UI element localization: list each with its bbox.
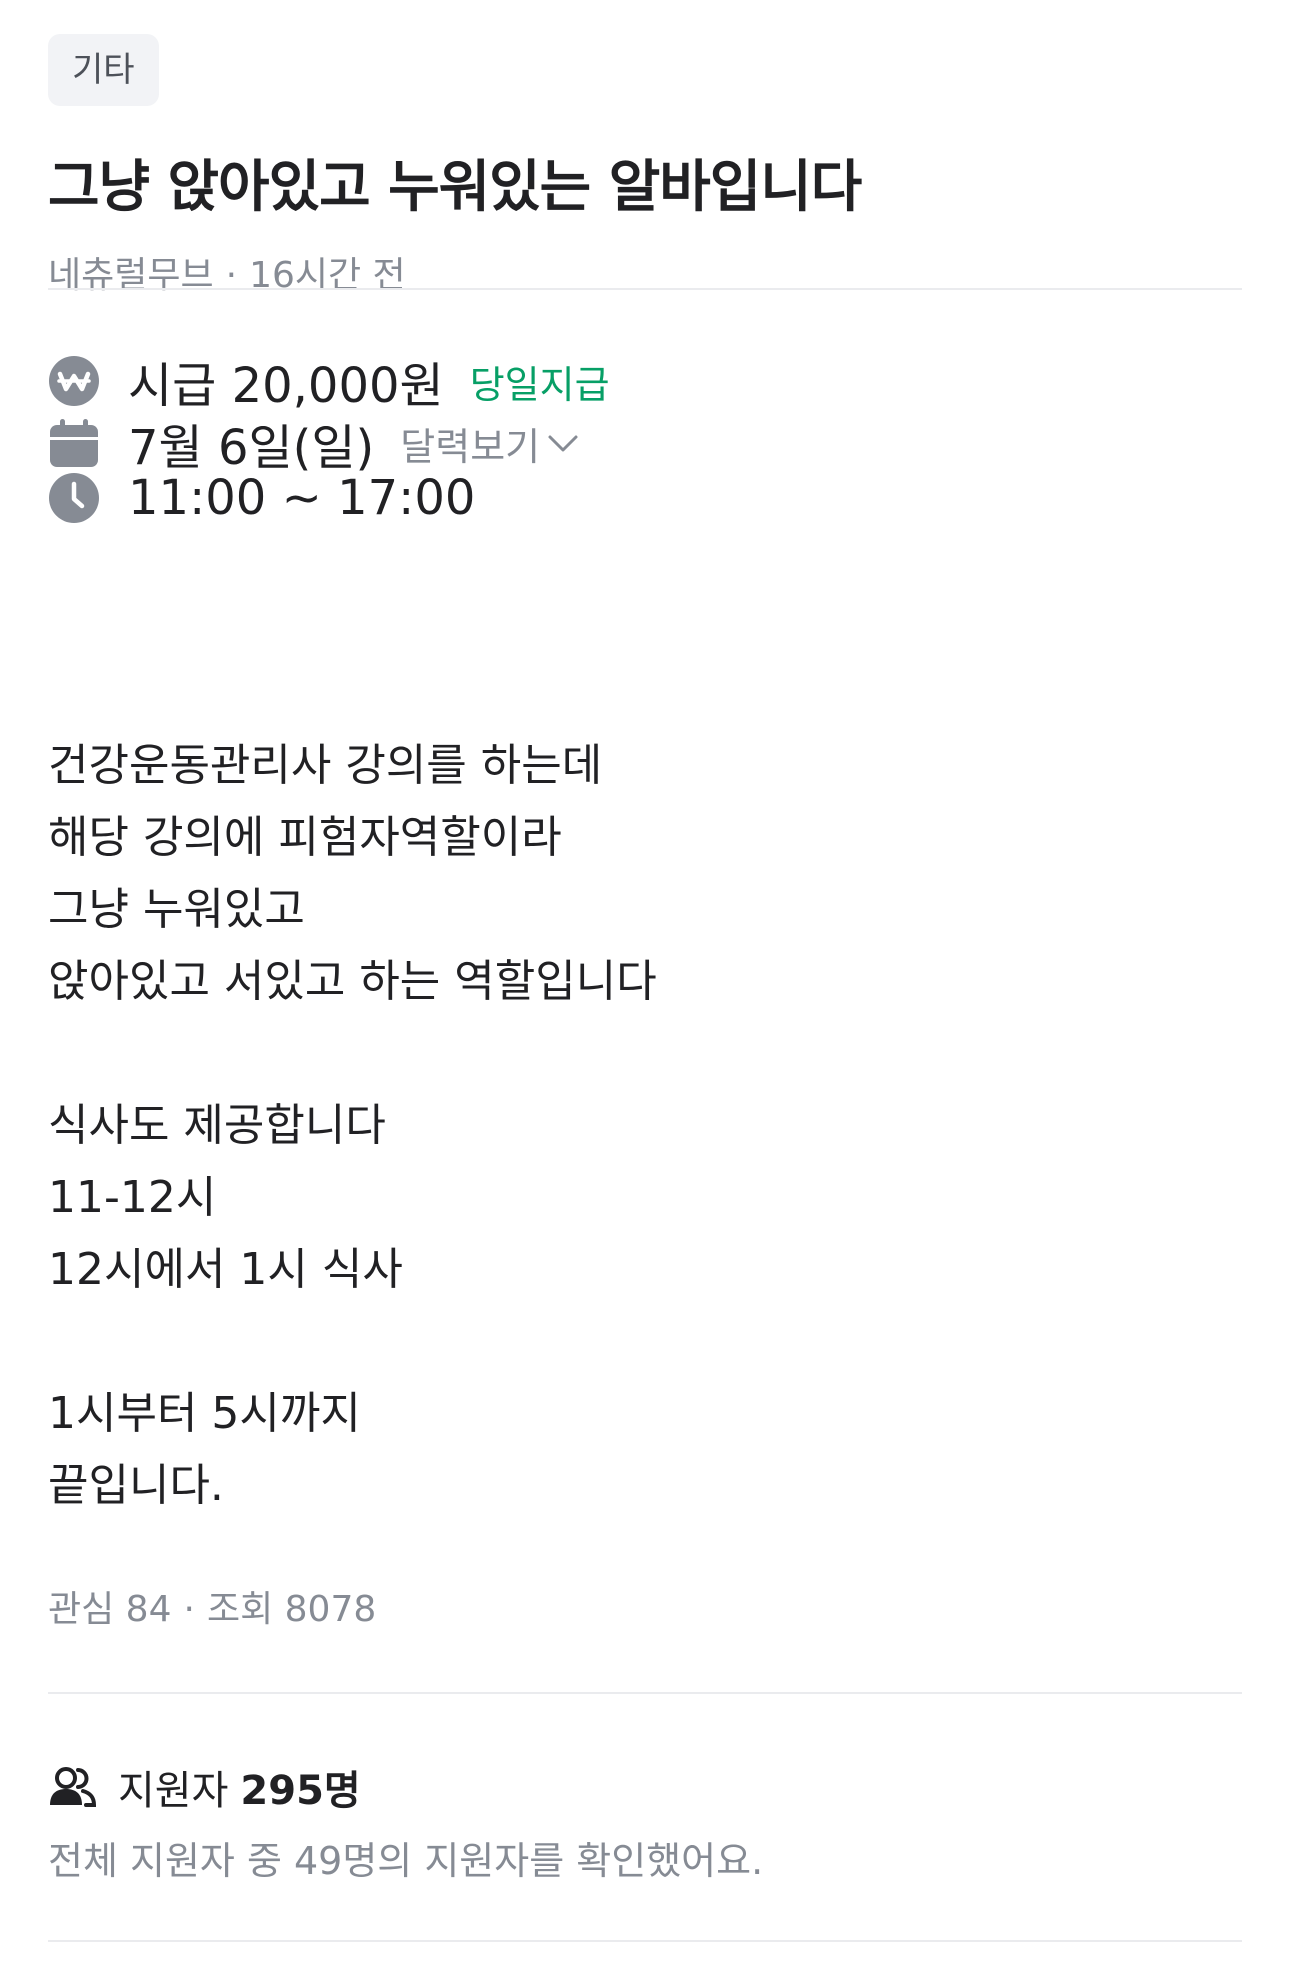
people-icon <box>48 1767 96 1807</box>
wage-row: 시급 20,000원 당일지급 <box>48 346 610 416</box>
applicants-label: 지원자 <box>118 1768 229 1814</box>
interest-count: 관심 84 <box>48 1589 172 1630</box>
date-row: 7월 6일(일) 달력보기 <box>48 408 580 478</box>
divider <box>48 288 1242 290</box>
divider <box>48 1692 1242 1694</box>
stats-separator: · <box>183 1589 195 1630</box>
post-stats: 관심 84 · 조회 8078 <box>48 1580 376 1632</box>
work-hours: 11:00 ~ 17:00 <box>128 470 476 526</box>
work-date: 7월 6일(일) <box>128 420 375 476</box>
divider <box>48 1940 1242 1942</box>
chevron-down-icon <box>548 435 578 452</box>
view-count: 조회 8078 <box>206 1589 377 1630</box>
applicants-count: 295명 <box>240 1768 361 1814</box>
calendar-icon <box>48 417 100 469</box>
clock-icon <box>48 472 100 524</box>
applicants-header: 지원자 295명 <box>48 1758 361 1816</box>
category-chip[interactable]: 기타 <box>48 34 159 106</box>
view-calendar-link[interactable]: 달력보기 <box>400 416 580 471</box>
same-day-pay-badge: 당일지급 <box>469 362 610 407</box>
hourly-wage: 시급 20,000원 <box>128 358 444 414</box>
post-meta: 네츄럴무브 · 16시간 전 <box>48 246 406 298</box>
post-title: 그냥 앉아있고 누워있는 알바입니다 <box>48 155 862 220</box>
applicants-summary: 전체 지원자 중 49명의 지원자를 확인했어요. <box>48 1839 764 1883</box>
post-description: 건강운동관리사 강의를 하는데 해당 강의에 피험자역할이라 그냥 누워있고 앉… <box>48 740 657 1511</box>
won-icon <box>48 355 100 407</box>
time-row: 11:00 ~ 17:00 <box>48 470 475 526</box>
job-post-page: 기타 그냥 앉아있고 누워있는 알바입니다 네츄럴무브 · 16시간 전 시급 20… <box>0 0 1290 1964</box>
view-calendar-label: 달력보기 <box>400 424 541 469</box>
